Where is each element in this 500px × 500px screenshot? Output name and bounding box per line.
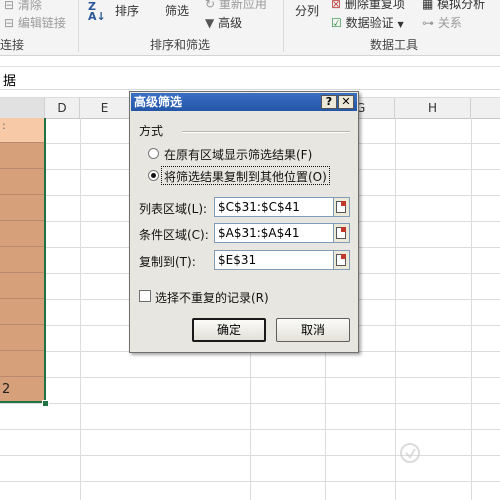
filter-icon: ▼ [205, 16, 215, 30]
advanced-filter-button[interactable]: ▼ 高级 [205, 14, 242, 31]
what-if-icon: ▦ [422, 0, 434, 11]
list-range-collapse-button[interactable] [334, 197, 350, 217]
edit-links-icon: ⊟ [4, 16, 15, 30]
close-button[interactable]: ✕ [338, 95, 354, 109]
ribbon-divider [78, 0, 79, 52]
gridline [0, 429, 500, 430]
gridline [0, 377, 500, 378]
clear-icon: ⊟ [4, 0, 15, 12]
gridline [395, 118, 396, 500]
text-to-columns-button[interactable]: 分列 [295, 2, 319, 19]
column-header-e[interactable]: E [80, 98, 130, 118]
clear-button[interactable]: ⊟ 清除 [4, 0, 42, 13]
option-copy-label[interactable]: 将筛选结果复制到其他位置(O) [164, 168, 327, 185]
relationships-icon: ⊶ [422, 16, 434, 30]
radio-in-place[interactable] [148, 148, 159, 159]
ok-button[interactable]: 确定 [192, 318, 266, 342]
watermark-logo [398, 441, 498, 465]
help-button[interactable]: ? [321, 95, 337, 109]
remove-duplicates-icon: ⊠ [331, 0, 342, 11]
advanced-filter-dialog: 高级筛选 ? ✕ 方式 在原有区域显示筛选结果(F) 将筛选结果复制到其他位置(… [129, 91, 359, 353]
list-range-label: 列表区域(L): [139, 202, 208, 216]
relationships-button[interactable]: ⊶ 关系 [422, 14, 462, 31]
mode-label: 方式 [139, 124, 164, 138]
excel-window: ⊟ 清除 ⊟ 编辑链接 连接 Z A↓ 排序 筛选 ↻ 重新应用 ▼ 高级 排序和… [0, 0, 500, 500]
ribbon-divider [283, 0, 284, 52]
watermark-icon [400, 443, 420, 463]
fill-handle[interactable] [42, 400, 49, 407]
data-tools-group-label: 数据工具 [370, 38, 419, 52]
chevron-down-icon: ▼ [397, 20, 404, 29]
sort-filter-group-label: 排序和筛选 [150, 38, 211, 52]
column-header-c[interactable] [0, 98, 45, 118]
reapply-button[interactable]: ↻ 重新应用 [205, 0, 267, 12]
sort-za-icon[interactable]: Z A↓ [88, 1, 106, 22]
dialog-title: 高级筛选 [134, 95, 183, 109]
range-select-icon [336, 254, 346, 266]
radio-copy-to[interactable] [148, 170, 159, 181]
column-header-d[interactable]: D [45, 98, 80, 118]
column-header-h[interactable]: H [395, 98, 471, 118]
ribbon: ⊟ 清除 ⊟ 编辑链接 连接 Z A↓ 排序 筛选 ↻ 重新应用 ▼ 高级 排序和… [0, 0, 500, 56]
option-in-place-label[interactable]: 在原有区域显示筛选结果(F) [164, 146, 312, 163]
formula-bar[interactable]: 据 [0, 66, 500, 90]
cancel-button[interactable]: 取消 [276, 318, 350, 342]
reapply-icon: ↻ [205, 0, 216, 11]
range-select-icon [336, 201, 346, 213]
gridline [0, 481, 500, 482]
mode-groupline [182, 131, 350, 133]
list-range-input[interactable]: $C$31:$C$41 [214, 197, 334, 217]
remove-duplicates-button[interactable]: ⊠ 删除重复项 [331, 0, 405, 12]
data-validation-icon: ☑ [331, 16, 342, 30]
range-select-icon [336, 227, 346, 239]
selection-border [0, 118, 46, 403]
copy-to-label: 复制到(T): [139, 255, 196, 269]
sort-button[interactable]: 排序 [115, 2, 139, 19]
dialog-titlebar[interactable]: 高级筛选 ? ✕ [131, 93, 357, 111]
links-group-label: 连接 [0, 38, 25, 52]
criteria-range-input[interactable]: $A$31:$A$41 [214, 223, 334, 243]
gridline [0, 403, 500, 404]
what-if-analysis-button[interactable]: ▦ 模拟分析 [422, 0, 485, 12]
formula-bar-text: 据 [3, 74, 17, 89]
gridline [80, 118, 81, 500]
criteria-range-collapse-button[interactable] [334, 223, 350, 243]
criteria-range-label: 条件区域(C): [139, 228, 209, 242]
radio-selected-dot [151, 173, 156, 178]
edit-links-button[interactable]: ⊟ 编辑链接 [4, 14, 66, 31]
unique-records-checkbox[interactable] [139, 290, 151, 302]
filter-button[interactable]: 筛选 [165, 2, 189, 19]
copy-to-input[interactable]: $E$31 [214, 250, 334, 270]
data-validation-button[interactable]: ☑ 数据验证 ▼ [331, 14, 404, 31]
copy-to-collapse-button[interactable] [334, 250, 350, 270]
unique-records-label[interactable]: 选择不重复的记录(R) [155, 289, 269, 306]
